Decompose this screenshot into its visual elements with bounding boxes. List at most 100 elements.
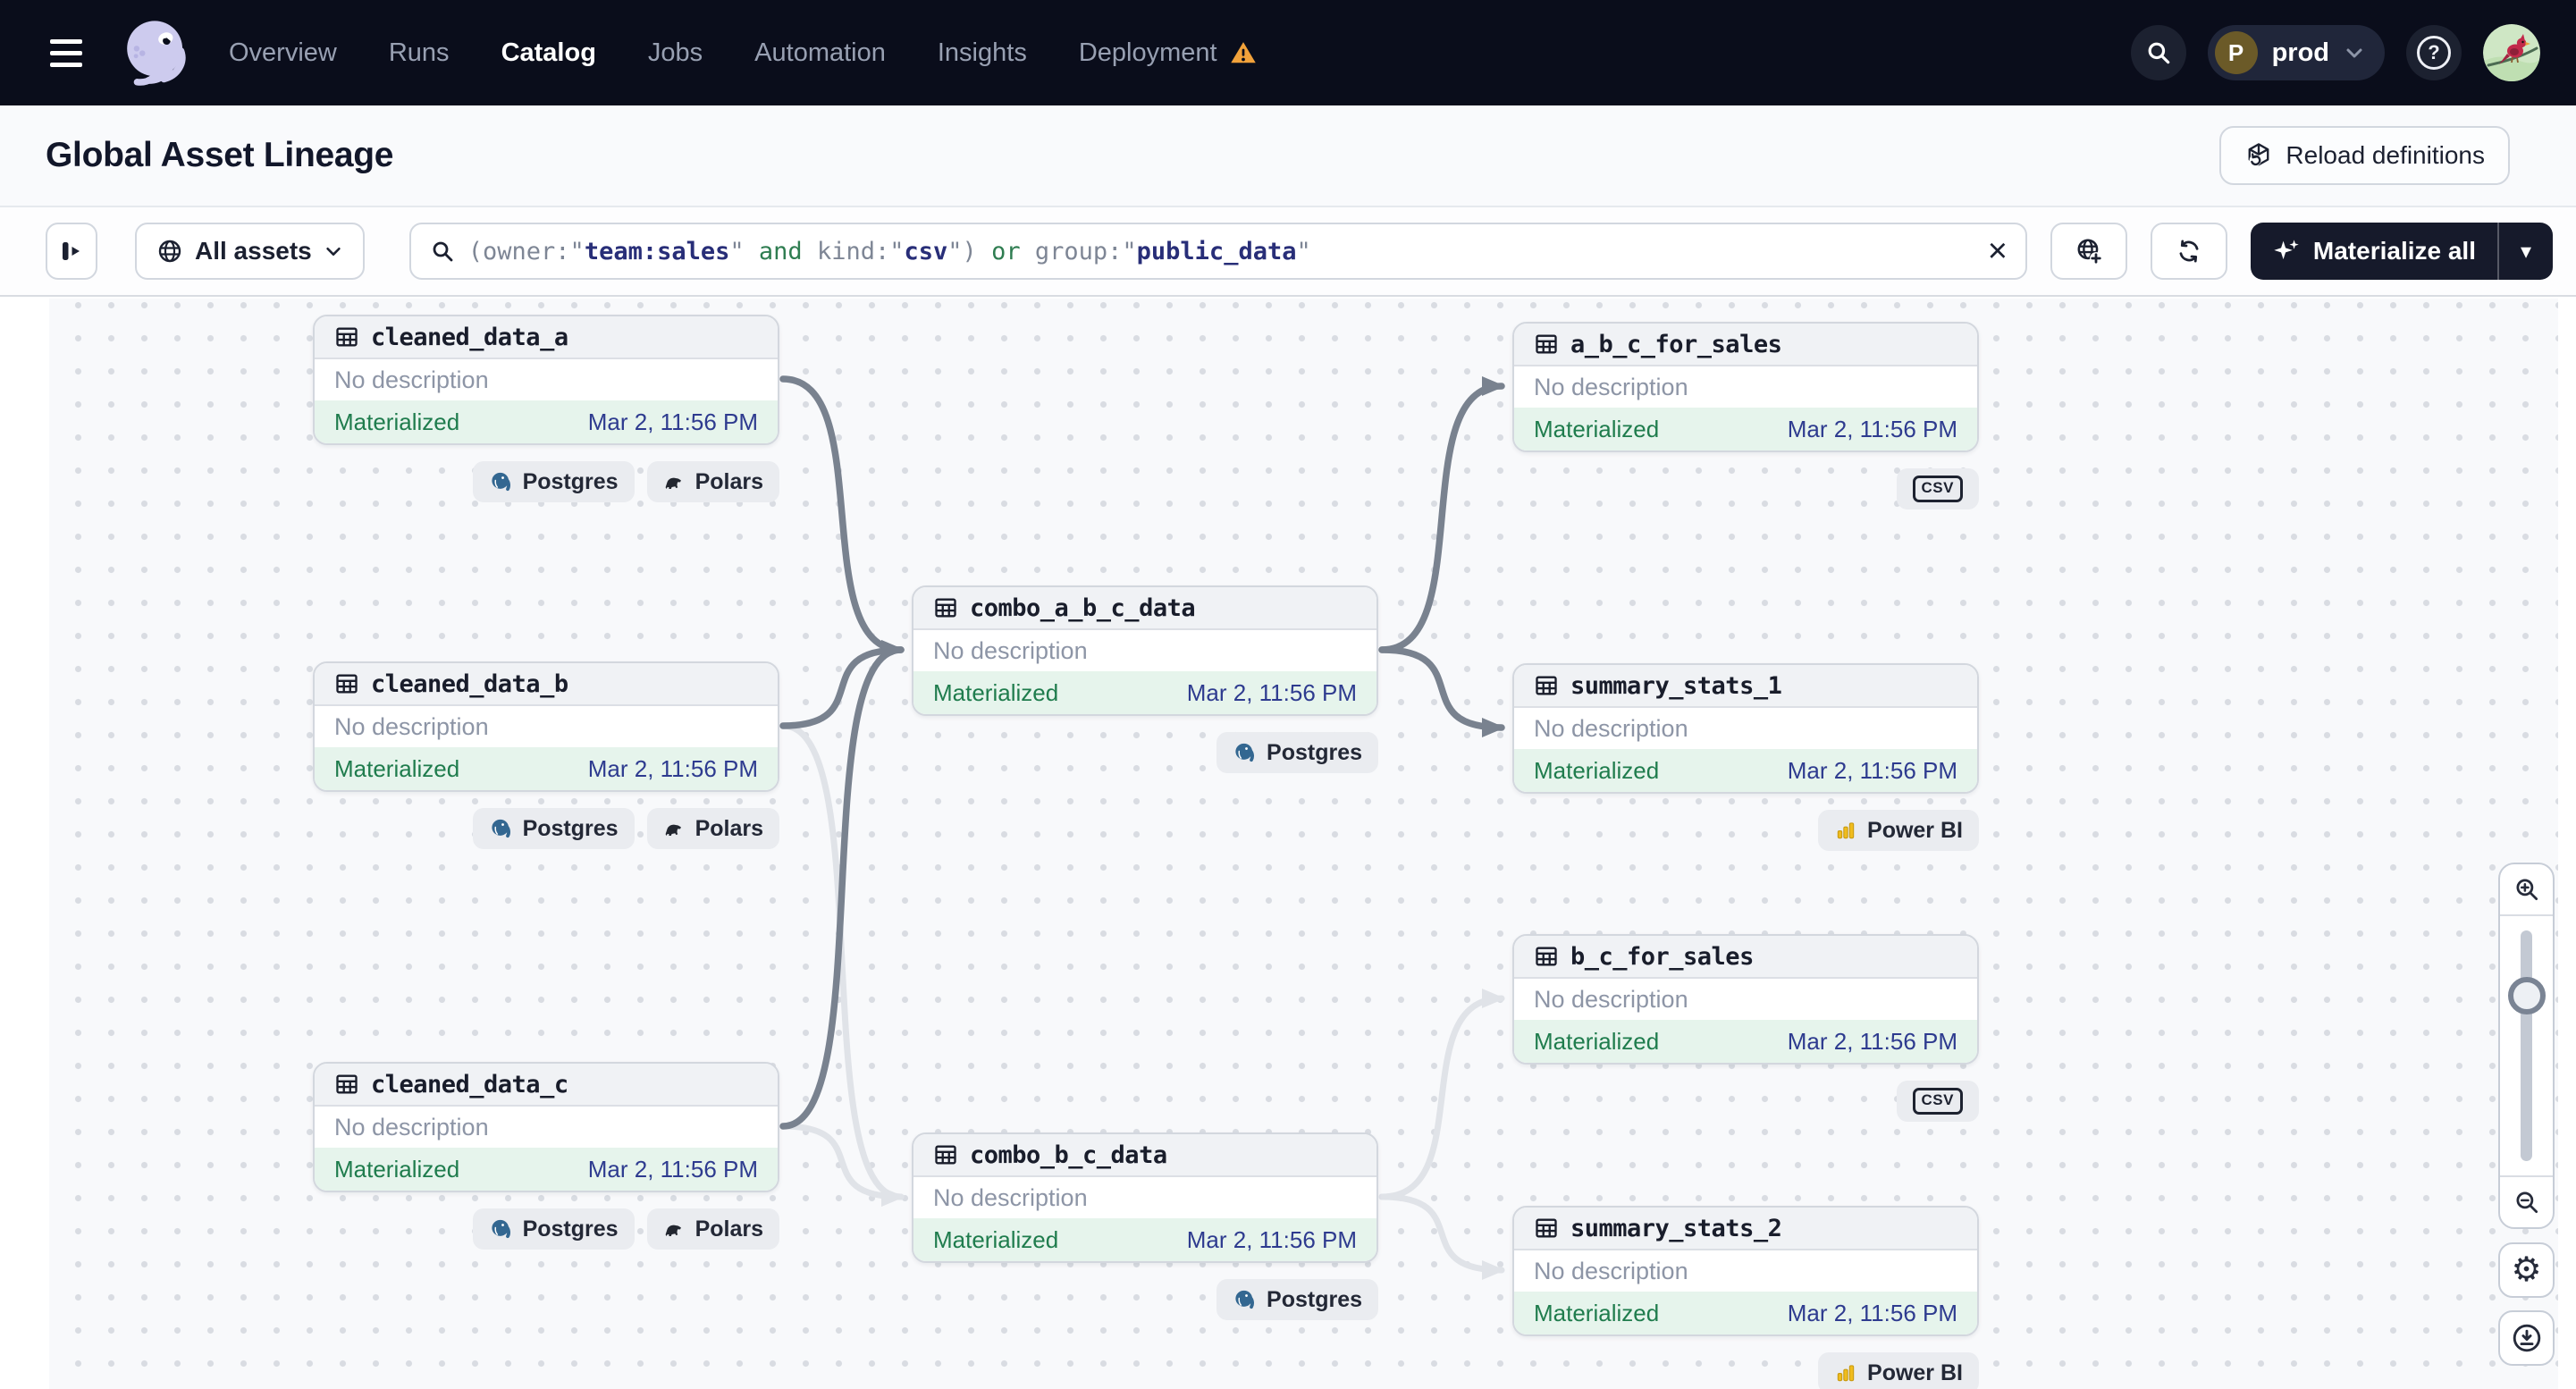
asset-node-a_b_c_for_sales[interactable]: a_b_c_for_sales No description Materiali… [1512,322,1979,452]
asset-timestamp: Mar 2, 11:56 PM [587,1155,758,1183]
asset-status-bar: Materialized Mar 2, 11:56 PM [1514,749,1977,792]
asset-node-summary_stats_2[interactable]: summary_stats_2 No description Materiali… [1512,1206,1979,1336]
lineage-canvas[interactable]: cleaned_data_a No description Materializ… [0,299,2576,1389]
table-icon [336,1074,358,1094]
kind-tag-label: Postgres [522,1216,619,1242]
globe-icon [158,240,181,263]
nav-links: Overview Runs Catalog Jobs Automation Insight… [229,38,1257,68]
table-icon [336,674,358,694]
asset-description: No description [913,1177,1376,1218]
asset-node-cleaned_data_a[interactable]: cleaned_data_a No description Materializ… [313,315,779,445]
dagster-logo[interactable] [116,13,197,93]
kind-tag-polars[interactable]: Polars [646,461,779,502]
asset-name: combo_b_c_data [970,1141,1167,1169]
reload-definitions-button[interactable]: Reload definitions [2219,126,2510,185]
nav-item-label: Overview [229,38,337,67]
asset-timestamp: Mar 2, 11:56 PM [1787,415,1957,442]
kind-tag-powerbi[interactable]: Power BI [1818,810,1979,851]
asset-node-combo_b_c_data[interactable]: combo_b_c_data No description Materializ… [912,1132,1378,1263]
kind-tag-csv[interactable]: csv [1896,468,1979,509]
help-button[interactable]: ? [2406,25,2462,80]
nav-item-label: Automation [754,38,886,67]
nav-item-label: Runs [388,38,450,67]
zoom-out-button[interactable] [2500,1175,2553,1227]
lineage-edge-cleaned_data_a-to-combo_a_b_c_data [779,375,905,660]
asset-status-bar: Materialized Mar 2, 11:56 PM [913,1218,1376,1261]
asset-status-bar: Materialized Mar 2, 11:56 PM [1514,1292,1977,1334]
kind-tag-postgres[interactable]: Postgres [1216,1279,1378,1320]
question-icon: ? [2417,36,2451,70]
asset-tags: Postgres [912,1279,1378,1320]
deployment-switcher[interactable]: P prod [2207,25,2385,80]
powerbi-icon [1837,1365,1855,1382]
asset-status: Materialized [1534,1027,1660,1055]
nav-item-runs[interactable]: Runs [389,38,450,68]
asset-node-cleaned_data_b[interactable]: cleaned_data_b No description Materializ… [313,661,779,792]
kind-tag-postgres[interactable]: Postgres [472,1208,635,1250]
panel-expand-icon [63,242,80,260]
kind-tag-powerbi[interactable]: Power BI [1818,1352,1979,1389]
asset-name: b_c_for_sales [1570,942,1754,971]
refresh-icon [2179,240,2199,263]
kind-tag-postgres[interactable]: Postgres [472,808,635,849]
chevron-down-icon [326,247,341,256]
asset-node-combo_a_b_c_data[interactable]: combo_a_b_c_data No description Material… [912,585,1378,716]
asset-status: Materialized [933,678,1059,706]
nav-item-insights[interactable]: Insights [938,38,1027,68]
search-icon[interactable] [2130,25,2186,80]
nav-item-overview[interactable]: Overview [229,38,337,68]
csv-badge: csv [1912,476,1963,502]
asset-tags: Postgres Polars [313,1208,779,1250]
materialize-options-caret[interactable]: ▾ [2499,223,2553,280]
asset-node-summary_stats_1[interactable]: summary_stats_1 No description Materiali… [1512,663,1979,794]
asset-filter-input[interactable]: (owner:"team:sales" and kind:"csv") or g… [408,223,2027,280]
nav-item-label: Jobs [647,38,703,67]
graph-settings-button[interactable]: ⚙ [2498,1242,2555,1298]
kind-tag-csv[interactable]: csv [1896,1081,1979,1122]
asset-scope-label: All assets [195,237,312,265]
search-icon [433,241,453,262]
asset-status-bar: Materialized Mar 2, 11:56 PM [1514,1020,1977,1063]
kind-tag-label: Postgres [1267,1286,1362,1312]
nav-item-jobs[interactable]: Jobs [648,38,703,68]
clear-filter-icon[interactable]: × [1988,234,2008,268]
materialize-all-button[interactable]: Materialize all ▾ [2250,223,2553,280]
asset-node-b_c_for_sales[interactable]: b_c_for_sales No description Materialize… [1512,934,1979,1065]
asset-tags: Postgres Polars [313,808,779,849]
menu-icon[interactable] [50,38,89,67]
asset-description: No description [913,630,1376,671]
zoom-slider[interactable] [2507,930,2546,1161]
user-avatar[interactable] [2483,24,2540,81]
kind-tag-label: Postgres [522,815,619,841]
materialize-all-label: Materialize all [2312,237,2476,265]
asset-name: summary_stats_2 [1570,1214,1782,1242]
asset-status: Materialized [334,754,460,782]
zoom-slider-thumb[interactable] [2507,977,2546,1014]
reload-definitions-label: Reload definitions [2286,141,2485,169]
page-title: Global Asset Lineage [46,136,394,174]
postgres-icon [1235,1290,1255,1309]
nav-item-automation[interactable]: Automation [754,38,886,68]
fetch-external-assets-button[interactable] [2050,223,2127,280]
download-image-button[interactable] [2498,1310,2555,1366]
zoom-in-button[interactable] [2500,864,2553,916]
expand-sidebar-button[interactable] [46,223,97,280]
kind-tag-postgres[interactable]: Postgres [1216,732,1378,773]
asset-description: No description [1514,1250,1977,1292]
page-header: Global Asset Lineage Reload definitions [0,105,2576,207]
zoom-panel [2498,863,2555,1229]
kind-tag-label: Polars [695,468,763,494]
asset-tags: csv [1512,1081,1979,1122]
nav-item-catalog[interactable]: Catalog [501,38,596,68]
refresh-button[interactable] [2150,223,2227,280]
kind-tag-polars[interactable]: Polars [646,1208,779,1250]
asset-timestamp: Mar 2, 11:56 PM [1186,1225,1357,1253]
asset-scope-dropdown[interactable]: All assets [135,223,365,280]
asset-node-cleaned_data_c[interactable]: cleaned_data_c No description Materializ… [313,1062,779,1192]
kind-tag-postgres[interactable]: Postgres [472,461,635,502]
kind-tag-polars[interactable]: Polars [646,808,779,849]
asset-status: Materialized [334,408,460,435]
nav-item-deployment[interactable]: Deployment [1079,38,1257,68]
table-icon [1536,947,1557,966]
asset-name: summary_stats_1 [1570,671,1782,700]
